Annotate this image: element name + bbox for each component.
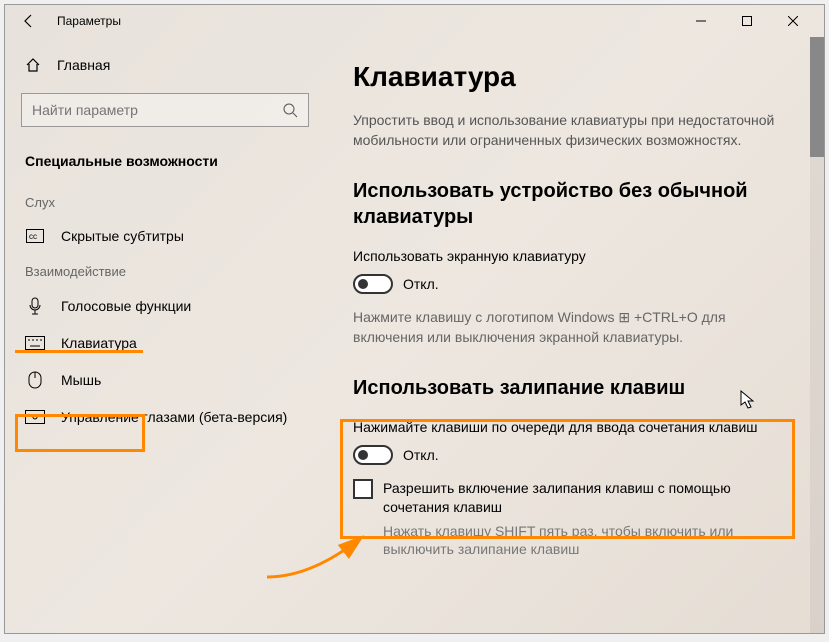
keyboard-icon bbox=[25, 336, 45, 350]
mouse-icon bbox=[25, 371, 45, 389]
sidebar: Главная Специальные возможности Слух cc … bbox=[5, 37, 325, 633]
sidebar-item-voice[interactable]: Голосовые функции bbox=[5, 287, 325, 325]
osk-toggle-state: Откл. bbox=[403, 276, 439, 292]
section-sticky-heading: Использовать залипание клавиш bbox=[353, 375, 796, 401]
sticky-label: Нажимайте клавиши по очереди для ввода с… bbox=[353, 419, 796, 435]
sticky-toggle[interactable] bbox=[353, 445, 393, 465]
svg-text:cc: cc bbox=[29, 232, 37, 241]
nav-label: Скрытые субтитры bbox=[61, 228, 184, 244]
minimize-button[interactable] bbox=[678, 5, 724, 37]
sidebar-item-mouse[interactable]: Мышь bbox=[5, 361, 325, 399]
cc-icon: cc bbox=[25, 229, 45, 243]
nav-label: Голосовые функции bbox=[61, 298, 191, 314]
microphone-icon bbox=[25, 297, 45, 315]
scrollbar-thumb[interactable] bbox=[810, 37, 824, 157]
nav-label: Управление глазами (бета-версия) bbox=[61, 409, 287, 425]
window-title: Параметры bbox=[57, 14, 121, 28]
home-label: Главная bbox=[57, 57, 110, 73]
nav-label: Клавиатура bbox=[61, 335, 137, 351]
search-input[interactable] bbox=[32, 102, 282, 118]
back-button[interactable] bbox=[13, 5, 45, 37]
osk-label: Использовать экранную клавиатуру bbox=[353, 248, 796, 264]
close-button[interactable] bbox=[770, 5, 816, 37]
eye-icon bbox=[25, 410, 45, 424]
sticky-shortcut-label: Разрешить включение залипания клавиш с п… bbox=[383, 479, 796, 515]
search-icon bbox=[282, 102, 298, 118]
section-osk-heading: Использовать устройство без обычной клав… bbox=[353, 178, 796, 230]
sidebar-item-keyboard[interactable]: Клавиатура bbox=[5, 325, 325, 361]
nav-label: Мышь bbox=[61, 372, 101, 388]
category-title: Специальные возможности bbox=[5, 147, 325, 185]
page-description: Упростить ввод и использование клавиатур… bbox=[353, 111, 796, 150]
group-interaction: Взаимодействие bbox=[5, 254, 325, 287]
sticky-shortcut-checkbox[interactable] bbox=[353, 479, 373, 499]
page-title: Клавиатура bbox=[353, 61, 796, 93]
group-hearing: Слух bbox=[5, 185, 325, 218]
home-icon bbox=[25, 57, 41, 73]
main-panel: Клавиатура Упростить ввод и использовани… bbox=[325, 37, 824, 633]
sticky-toggle-state: Откл. bbox=[403, 447, 439, 463]
home-link[interactable]: Главная bbox=[5, 49, 325, 81]
search-box[interactable] bbox=[21, 93, 309, 127]
osk-toggle[interactable] bbox=[353, 274, 393, 294]
sticky-shortcut-help: Нажать клавишу SHIFT пять раз, чтобы вкл… bbox=[383, 522, 796, 558]
osk-help: Нажмите клавишу с логотипом Windows ⊞ +C… bbox=[353, 308, 796, 347]
sidebar-item-subtitles[interactable]: cc Скрытые субтитры bbox=[5, 218, 325, 254]
scrollbar[interactable] bbox=[810, 37, 824, 633]
titlebar: Параметры bbox=[5, 5, 824, 37]
sidebar-item-eye[interactable]: Управление глазами (бета-версия) bbox=[5, 399, 325, 435]
maximize-button[interactable] bbox=[724, 5, 770, 37]
